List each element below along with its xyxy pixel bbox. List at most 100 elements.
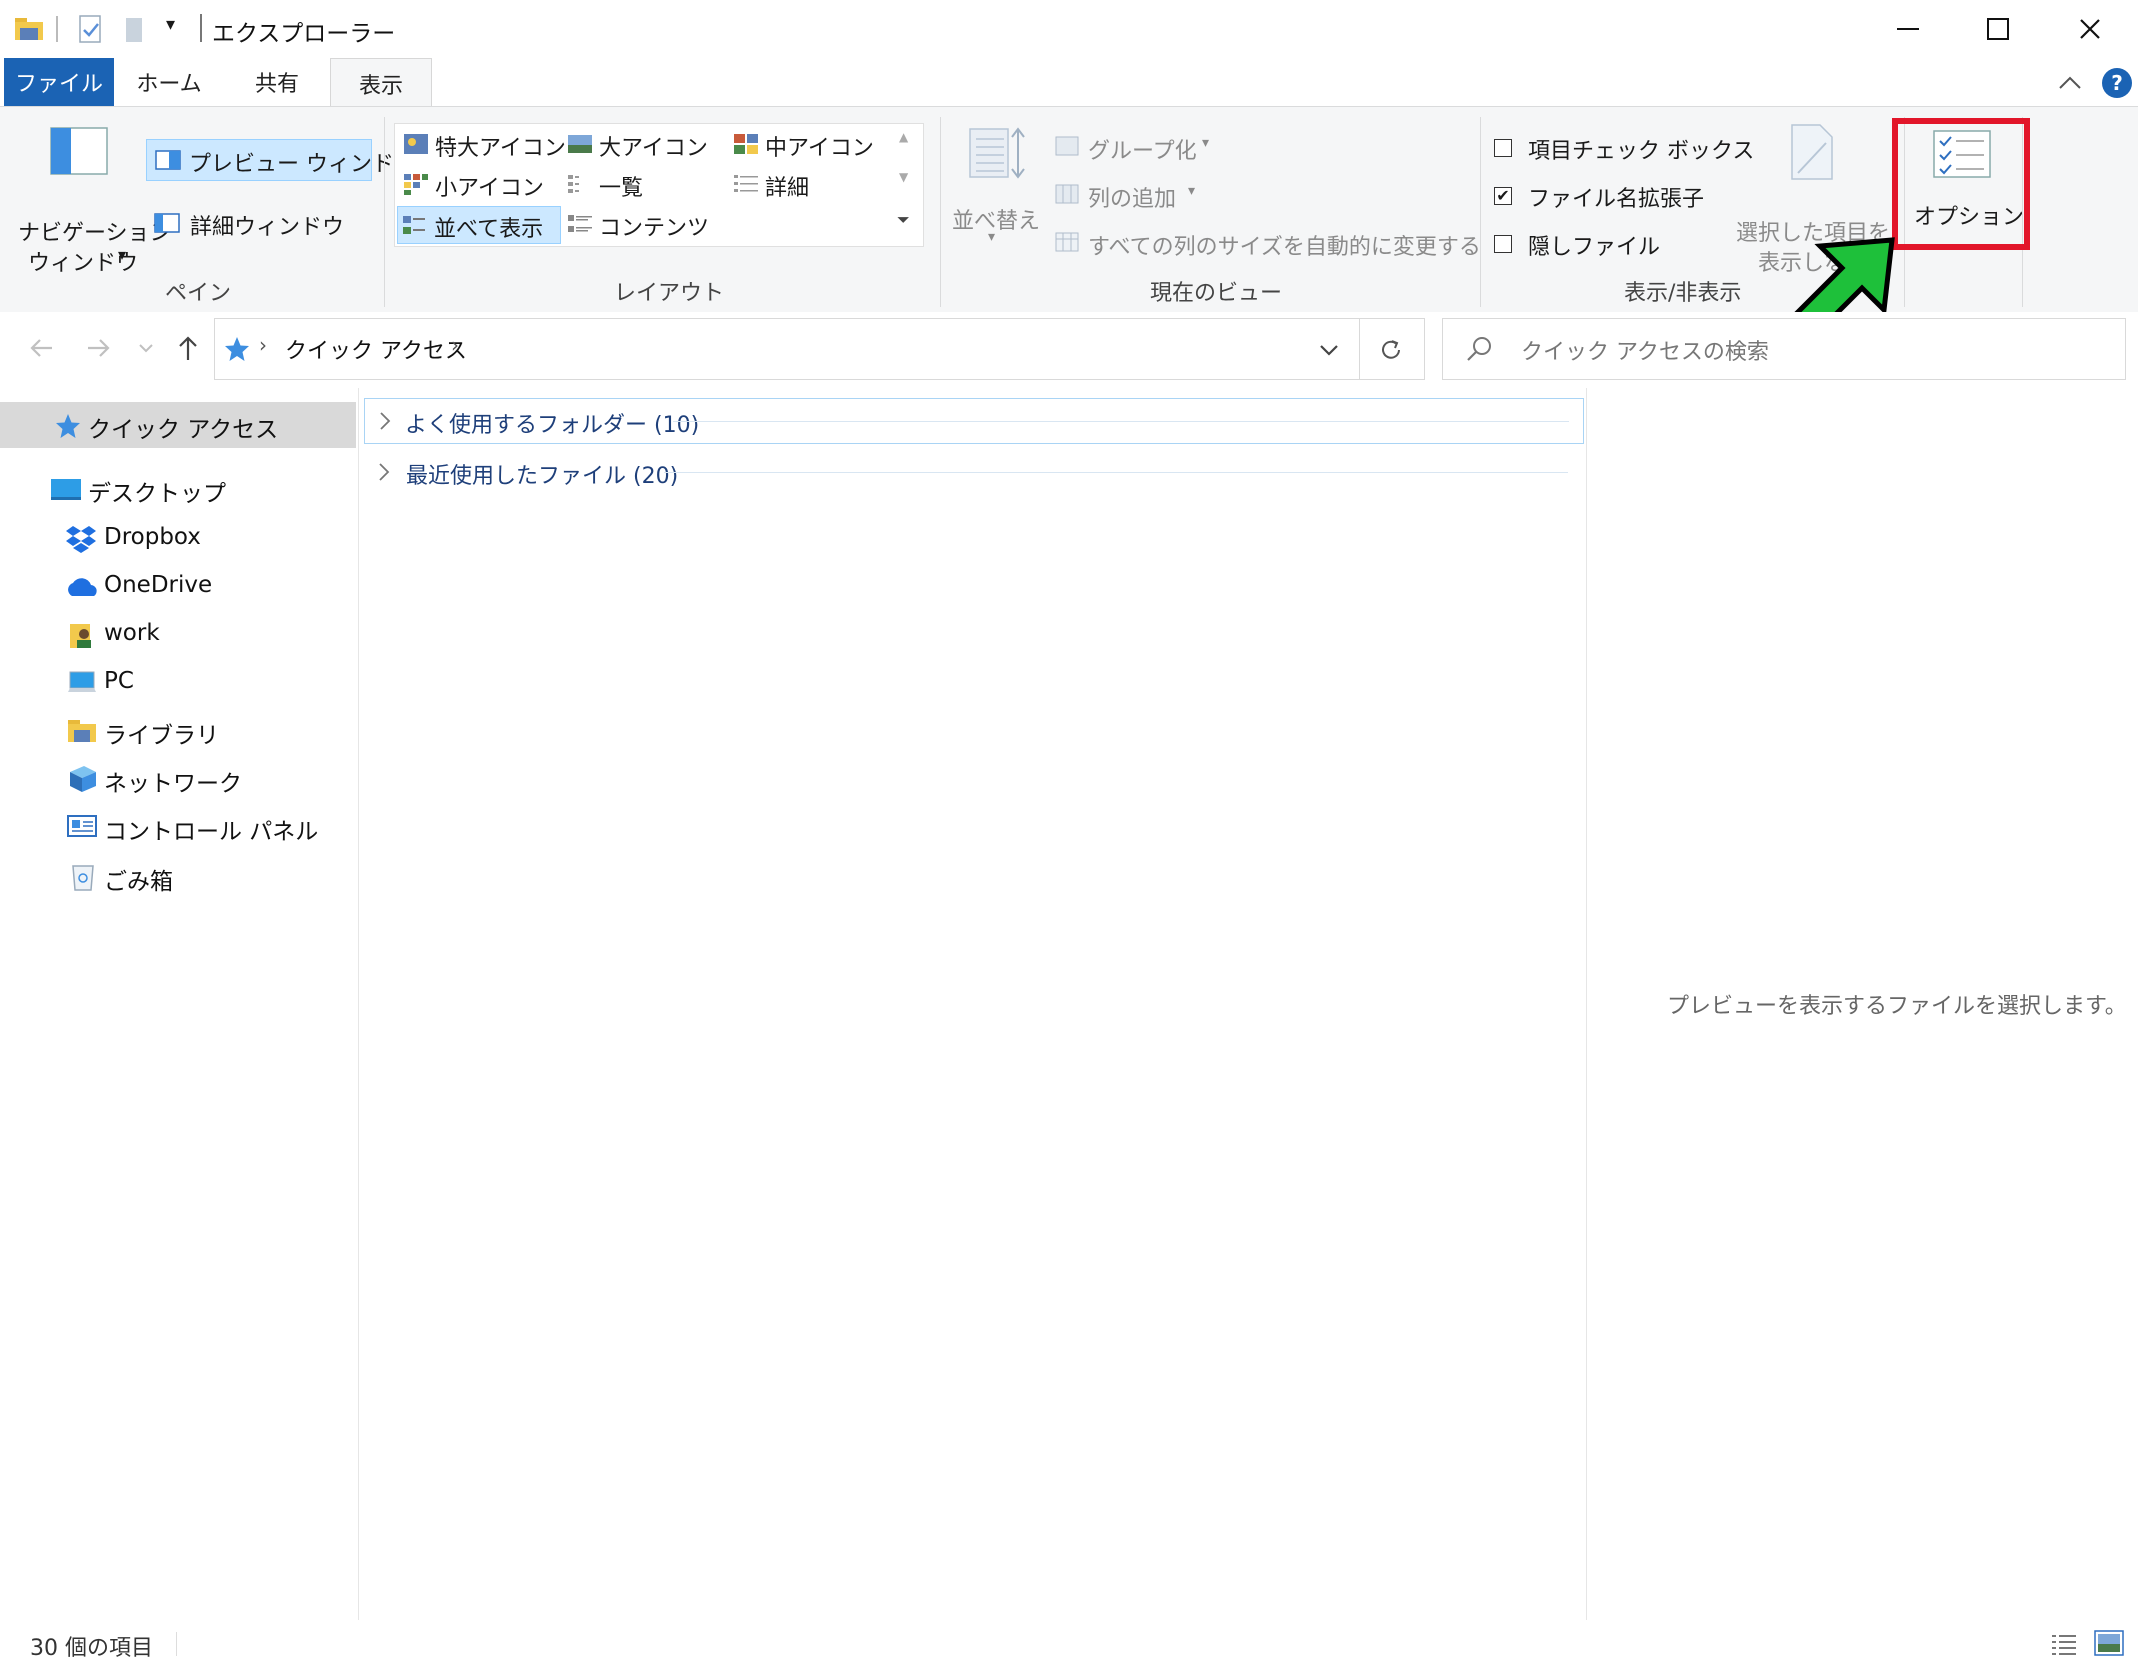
pc-icon xyxy=(68,671,96,692)
folder-app-icon xyxy=(15,18,43,40)
file-extensions-toggle[interactable]: ✔ ファイル名拡張子 xyxy=(1490,177,1730,213)
tab-file[interactable]: ファイル xyxy=(4,58,114,106)
gallery-scroll-down-icon[interactable]: ▼ xyxy=(899,170,908,184)
star-icon xyxy=(225,337,249,361)
address-bar[interactable]: › クイック アクセス › xyxy=(214,318,1360,380)
close-button[interactable] xyxy=(2044,0,2136,58)
layout-details[interactable]: 詳細 xyxy=(729,166,889,202)
search-box[interactable]: クイック アクセスの検索 xyxy=(1442,318,2126,380)
file-extensions-checkbox[interactable]: ✔ xyxy=(1494,187,1512,205)
item-checkboxes-checkbox[interactable] xyxy=(1494,139,1512,157)
layout-list[interactable]: 一覧 xyxy=(563,166,723,202)
medium-icons-icon xyxy=(734,134,758,154)
group-by-icon xyxy=(1055,136,1079,156)
group-separator xyxy=(940,117,941,307)
nav-item-recycle-bin[interactable]: ごみ箱 xyxy=(0,854,356,900)
nav-item-quick-access[interactable]: クイック アクセス xyxy=(0,402,356,448)
pane-group-label: ペイン xyxy=(165,281,232,306)
sort-by-button[interactable]: 並べ替え ▾ xyxy=(950,125,1042,255)
large-icons-view-icon[interactable] xyxy=(2094,1630,2124,1656)
options-highlight-box xyxy=(1892,118,2030,250)
list-icon xyxy=(568,175,579,193)
breadcrumb-separator-icon: › xyxy=(259,333,267,357)
group-header-recent-files[interactable]: 最近使用したファイル (20) xyxy=(364,450,1582,494)
layout-content[interactable]: コンテンツ xyxy=(563,206,723,242)
item-checkboxes-label: 項目チェック ボックス xyxy=(1528,139,1755,164)
back-arrow-icon[interactable] xyxy=(28,336,54,360)
nav-label: OneDrive xyxy=(104,572,213,598)
nav-item-control-panel[interactable]: コントロール パネル xyxy=(0,804,356,850)
nav-item-pc[interactable]: PC xyxy=(0,660,356,706)
close-icon xyxy=(2080,19,2100,39)
tab-share[interactable]: 共有 xyxy=(224,58,330,106)
navigation-pane-button[interactable]: ナビゲーション ウィンドウ ▾ xyxy=(14,127,172,277)
nav-label: デスクトップ xyxy=(88,481,226,507)
layout-extra-large-icons[interactable]: 特大アイコン xyxy=(399,126,566,162)
hidden-items-toggle[interactable]: 隠しファイル xyxy=(1490,225,1730,261)
ribbon-tab-row: ファイル ホーム 共有 表示 ? xyxy=(0,58,2138,108)
preview-message: プレビューを表示するファイルを選択します。 xyxy=(1667,994,2127,1019)
nav-item-dropbox[interactable]: Dropbox xyxy=(0,516,356,562)
current-view-group-label: 現在のビュー xyxy=(1150,281,1283,306)
nav-label: PC xyxy=(104,668,134,694)
refresh-button[interactable] xyxy=(1358,318,1425,380)
details-pane-label: 詳細ウィンドウ xyxy=(190,215,345,240)
large-icons-icon xyxy=(568,135,592,153)
nav-item-library[interactable]: ライブラリ xyxy=(0,708,356,754)
gallery-more-icon[interactable]: ⏷ xyxy=(897,210,910,230)
tiles-icon xyxy=(403,216,425,234)
nav-item-onedrive[interactable]: OneDrive xyxy=(0,564,356,610)
nav-label: ごみ箱 xyxy=(104,869,173,895)
nav-label: ネットワーク xyxy=(104,771,242,797)
maximize-button[interactable] xyxy=(1952,0,2044,58)
tab-view[interactable]: 表示 xyxy=(330,58,432,108)
gallery-scroll-up-icon[interactable]: ▲ xyxy=(899,130,908,144)
size-all-columns-button[interactable]: すべての列のサイズを自動的に変更する xyxy=(1050,225,1481,261)
item-checkboxes-toggle[interactable]: 項目チェック ボックス xyxy=(1490,129,1754,165)
hidden-items-checkbox[interactable] xyxy=(1494,235,1512,253)
add-columns-button[interactable]: 列の追加 ▾ xyxy=(1050,177,1250,213)
customize-quick-access-icon[interactable]: ▾ xyxy=(166,14,175,35)
group-by-button[interactable]: グループ化 ▾ xyxy=(1050,129,1250,165)
nav-label: コントロール パネル xyxy=(104,819,319,845)
search-input[interactable]: クイック アクセスの検索 xyxy=(1521,334,1769,366)
preview-pane: プレビューを表示するファイルを選択します。 xyxy=(1586,388,2138,1620)
layout-medium-icons[interactable]: 中アイコン xyxy=(729,126,889,162)
preview-pane-button[interactable]: プレビュー ウィンドウ xyxy=(146,139,416,181)
properties-icon[interactable] xyxy=(78,14,104,44)
layout-tiles[interactable]: 並べて表示 xyxy=(397,206,561,244)
file-extensions-label: ファイル名拡張子 xyxy=(1528,187,1705,212)
details-view-icon[interactable] xyxy=(2050,1632,2078,1656)
collapse-ribbon-icon[interactable] xyxy=(2058,74,2082,90)
nav-label: work xyxy=(104,620,160,646)
small-icons-icon xyxy=(404,174,428,195)
group-header-frequent-folders[interactable]: よく使用するフォルダー (10) xyxy=(364,398,1584,444)
chevron-down-icon: ▾ xyxy=(1202,135,1210,151)
address-dropdown-icon[interactable] xyxy=(1319,343,1339,357)
breadcrumb[interactable]: クイック アクセス xyxy=(285,333,467,365)
nav-item-desktop[interactable]: デスクトップ xyxy=(0,466,356,512)
new-folder-icon[interactable] xyxy=(122,14,148,44)
layout-large-icons[interactable]: 大アイコン xyxy=(563,126,723,162)
title-separator xyxy=(56,16,58,42)
minimize-icon xyxy=(1897,28,1919,30)
nav-item-work[interactable]: work xyxy=(0,612,356,658)
layout-small-icons[interactable]: 小アイコン xyxy=(399,166,559,202)
size-all-columns-label: すべての列のサイズを自動的に変更する xyxy=(1088,235,1481,260)
refresh-icon xyxy=(1382,340,1400,359)
navigation-pane-label-1: ナビゲーション xyxy=(18,221,172,246)
desktop-icon xyxy=(51,479,81,500)
forward-arrow-icon[interactable] xyxy=(86,336,112,360)
recent-locations-icon[interactable] xyxy=(138,342,154,354)
nav-item-network[interactable]: ネットワーク xyxy=(0,756,356,802)
breadcrumb-chevron-icon[interactable]: › xyxy=(451,333,459,357)
details-pane-button[interactable]: 詳細ウィンドウ xyxy=(150,203,350,243)
minimize-button[interactable] xyxy=(1862,0,1954,58)
details-icon xyxy=(734,175,758,192)
status-bar: 30 個の項目 xyxy=(0,1620,2138,1670)
help-icon[interactable]: ? xyxy=(2102,68,2132,98)
tab-home[interactable]: ホーム xyxy=(114,58,224,106)
navigation-pane: クイック アクセス デスクトップ Dropbox OneDrive work P… xyxy=(0,388,359,1620)
up-arrow-icon[interactable] xyxy=(176,334,200,362)
layout-label: 大アイコン xyxy=(599,136,708,161)
